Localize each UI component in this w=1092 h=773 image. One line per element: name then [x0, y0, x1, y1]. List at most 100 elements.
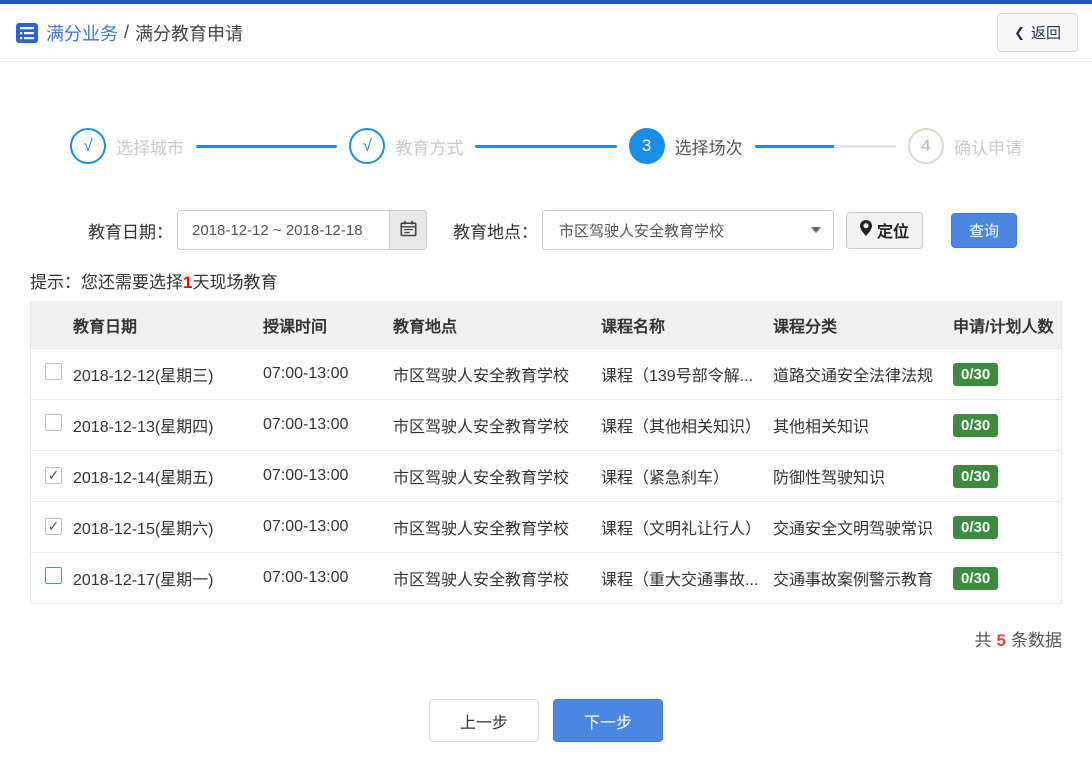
list-icon — [16, 22, 38, 44]
sessions-table: 教育日期 授课时间 教育地点 课程名称 课程分类 申请/计划人数 2018-12… — [30, 301, 1062, 604]
locate-button-label: 定位 — [877, 224, 910, 241]
step-connector-2 — [475, 144, 617, 148]
cell-category: 其他相关知识 — [773, 419, 870, 436]
location-select[interactable]: 市区驾驶人安全教育学校 — [542, 210, 834, 250]
row-checkbox[interactable] — [45, 567, 62, 584]
row-checkbox[interactable] — [45, 363, 62, 380]
cell-course: 课程（紧急刹车） — [601, 470, 730, 487]
header: 满分业务 / 满分教育申请 ❮ 返回 — [0, 4, 1092, 62]
breadcrumb: 满分业务 / 满分教育申请 — [16, 20, 243, 46]
cell-date: 2018-12-14(星期五) — [73, 470, 214, 487]
breadcrumb-separator: / — [124, 22, 130, 42]
cell-course: 课程（文明礼让行人） — [601, 521, 762, 538]
cell-time: 07:00-13:00 — [263, 416, 349, 433]
date-range-group — [177, 210, 427, 250]
step-connector-3 — [754, 144, 896, 148]
location-select-value: 市区驾驶人安全教育学校 — [559, 222, 725, 240]
search-button[interactable]: 查询 — [951, 212, 1018, 248]
cell-date: 2018-12-12(星期三) — [73, 368, 214, 385]
chevron-down-icon — [811, 227, 821, 233]
col-header-category: 课程分类 — [773, 319, 838, 336]
count-badge: 0/30 — [953, 362, 999, 386]
step-2-label: 教育方式 — [395, 138, 464, 158]
hint-prefix: 提示：您还需要选择 — [30, 273, 183, 292]
next-step-button[interactable]: 下一步 — [553, 699, 663, 742]
table-header-row: 教育日期 授课时间 教育地点 课程名称 课程分类 申请/计划人数 — [31, 302, 1061, 348]
row-checkbox[interactable]: ✓ — [45, 517, 62, 535]
step-4-circle: 4 — [907, 128, 944, 164]
table-row: ✓ 2018-12-14(星期五) 07:00-13:00 市区驾驶人安全教育学… — [31, 450, 1061, 501]
cell-category: 交通事故案例警示教育 — [773, 572, 934, 589]
record-count-suffix: 条数据 — [1011, 631, 1062, 650]
step-select-city: √ 选择城市 — [70, 128, 184, 164]
check-icon: √ — [362, 136, 372, 155]
step-indicator: √ 选择城市 √ 教育方式 3 选择场次 4 确认申请 — [70, 128, 1022, 164]
cell-course: 课程（重大交通事故... — [601, 572, 759, 589]
date-range-input[interactable] — [177, 210, 389, 250]
locate-button[interactable]: 定位 — [846, 211, 924, 249]
wizard-footer: 上一步 下一步 — [0, 699, 1092, 742]
cell-time: 07:00-13:00 — [263, 518, 349, 535]
cell-location: 市区驾驶人安全教育学校 — [393, 521, 570, 538]
filter-bar: 教育日期： 教育地点： 市区驾驶人安全教育学校 — [88, 210, 1092, 250]
col-header-time: 授课时间 — [263, 319, 328, 336]
page-title: 满分教育申请 — [135, 23, 244, 44]
cell-time: 07:00-13:00 — [263, 569, 349, 586]
table-row: 2018-12-17(星期一) 07:00-13:00 市区驾驶人安全教育学校 … — [31, 552, 1061, 603]
location-pin-icon — [860, 219, 872, 241]
date-filter-label: 教育日期： — [88, 222, 173, 242]
cell-date: 2018-12-15(星期六) — [73, 521, 214, 538]
step-1-label: 选择城市 — [116, 138, 184, 158]
back-button-label: 返回 — [1030, 25, 1061, 42]
step-4-number: 4 — [921, 136, 931, 155]
step-3-label: 选择场次 — [674, 138, 743, 158]
cell-course: 课程（139号部令解... — [601, 368, 754, 385]
step-connector-1 — [196, 144, 338, 148]
record-count-number: 5 — [996, 631, 1006, 650]
record-count: 共 5 条数据 — [0, 626, 1062, 651]
record-count-prefix: 共 — [974, 631, 992, 650]
row-checkbox[interactable]: ✓ — [45, 466, 62, 484]
col-header-course: 课程名称 — [601, 319, 666, 336]
step-confirm-application: 4 确认申请 — [907, 128, 1022, 164]
table-row: ✓ 2018-12-15(星期六) 07:00-13:00 市区驾驶人安全教育学… — [31, 501, 1061, 552]
cell-category: 道路交通安全法律法规 — [773, 368, 934, 385]
count-badge: 0/30 — [953, 515, 999, 539]
breadcrumb-section[interactable]: 满分业务 — [46, 20, 118, 46]
cell-location: 市区驾驶人安全教育学校 — [393, 470, 570, 487]
table-row: 2018-12-13(星期四) 07:00-13:00 市区驾驶人安全教育学校 … — [31, 399, 1061, 450]
cell-location: 市区驾驶人安全教育学校 — [393, 368, 570, 385]
hint-text: 提示：您还需要选择1天现场教育 — [30, 268, 1092, 293]
chevron-left-icon: ❮ — [1014, 24, 1025, 40]
cell-course: 课程（其他相关知识） — [601, 419, 762, 436]
step-select-session: 3 选择场次 — [628, 128, 743, 164]
calendar-icon — [399, 220, 417, 240]
col-header-location: 教育地点 — [393, 319, 458, 336]
count-badge: 0/30 — [953, 464, 999, 488]
cell-location: 市区驾驶人安全教育学校 — [393, 572, 570, 589]
col-header-count: 申请/计划人数 — [953, 319, 1054, 336]
table-row: 2018-12-12(星期三) 07:00-13:00 市区驾驶人安全教育学校 … — [31, 348, 1061, 399]
hint-suffix: 天现场教育 — [192, 273, 278, 292]
step-3-number: 3 — [641, 136, 652, 155]
cell-category: 交通安全文明驾驶常识 — [773, 521, 934, 538]
cell-location: 市区驾驶人安全教育学校 — [393, 419, 570, 436]
row-checkbox[interactable] — [45, 414, 62, 431]
step-2-circle: √ — [349, 128, 386, 164]
step-4-label: 确认申请 — [953, 138, 1022, 158]
count-badge: 0/30 — [953, 413, 999, 437]
cell-date: 2018-12-17(星期一) — [73, 572, 214, 589]
check-icon: √ — [83, 136, 93, 155]
calendar-button[interactable] — [389, 210, 427, 250]
cell-time: 07:00-13:00 — [263, 365, 349, 382]
step-3-circle: 3 — [628, 128, 665, 164]
step-1-circle: √ — [70, 128, 106, 164]
cell-date: 2018-12-13(星期四) — [73, 419, 214, 436]
prev-step-button[interactable]: 上一步 — [429, 699, 539, 742]
count-badge: 0/30 — [953, 566, 999, 590]
step-education-mode: √ 教育方式 — [349, 128, 463, 164]
location-filter-label: 教育地点： — [453, 222, 538, 242]
cell-category: 防御性驾驶知识 — [773, 470, 886, 487]
back-button[interactable]: ❮ 返回 — [997, 13, 1078, 52]
cell-time: 07:00-13:00 — [263, 467, 349, 484]
